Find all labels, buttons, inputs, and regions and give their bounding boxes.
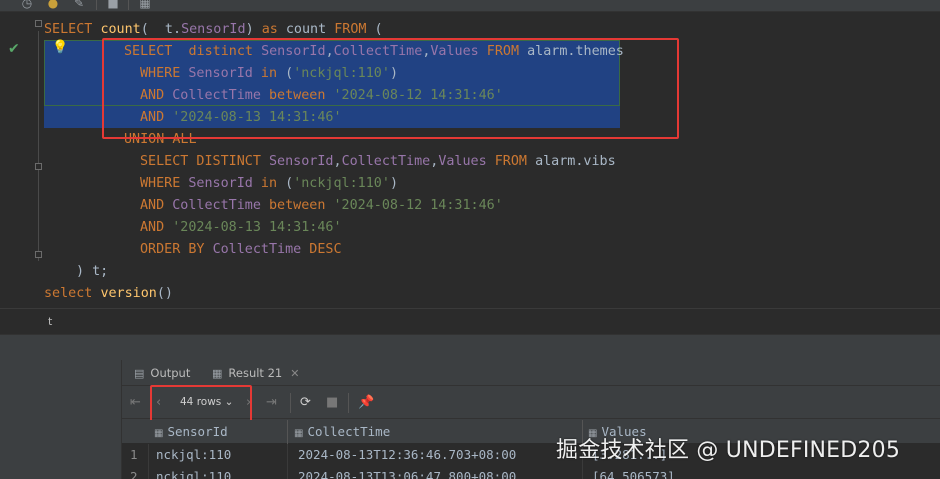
tab-output-label: Output (150, 366, 191, 380)
code-token: alarm.vibs (535, 154, 616, 169)
code-token: FROM (486, 154, 536, 169)
tab-result-21[interactable]: ▦ Result 21 ✕ (212, 366, 299, 380)
fold-marker[interactable] (35, 163, 42, 170)
code-token: SensorId (181, 22, 246, 37)
code-token: AND (140, 198, 173, 213)
code-token: ( (366, 22, 383, 37)
highlight-box-row-count (150, 385, 252, 423)
last-page-icon[interactable]: ⇥ (266, 395, 277, 410)
execution-success-check-icon: ✔ (8, 41, 20, 57)
highlight-box-subquery (102, 38, 679, 139)
column-header-collecttime[interactable]: ▦ CollectTime (294, 424, 390, 439)
table-row[interactable]: 2 nckjql:110 2024-08-13T13:06:47.800+08:… (122, 466, 940, 479)
code-token: SensorId (188, 176, 253, 191)
editor-toolbar: ◷ ● ✎ ■ ▦ (0, 0, 940, 12)
first-page-icon[interactable]: ⇤ (130, 395, 141, 410)
tab-result-label: Result 21 (228, 366, 283, 380)
refresh-icon[interactable]: ⟳ (300, 395, 311, 410)
results-side-panel (0, 360, 122, 479)
toolbar-separator (128, 0, 129, 10)
table-icon[interactable]: ▦ (138, 0, 152, 10)
code-token: as (261, 22, 278, 37)
code-token: Values (438, 154, 487, 169)
context-label: t (48, 315, 53, 328)
tab-output[interactable]: ▤ Output (134, 366, 190, 380)
column-icon: ▦ (154, 428, 164, 439)
cell-sensorid[interactable]: nckjql:110 (156, 466, 231, 479)
code-token: 'nckjql:110' (293, 176, 390, 191)
panel-divider (0, 334, 940, 360)
code-token: ( (285, 176, 294, 191)
code-line[interactable]: WHERE SensorId in ('nckjql:110') (140, 173, 398, 195)
code-token: select (44, 286, 101, 301)
cell-collecttime[interactable]: 2024-08-13T13:06:47.800+08:00 (298, 466, 516, 479)
code-token: version (100, 286, 157, 301)
code-token: ) (245, 22, 262, 37)
code-token: () (156, 286, 173, 301)
code-token: CollectTime (341, 154, 431, 169)
cell-collecttime[interactable]: 2024-08-13T12:36:46.703+08:00 (298, 444, 516, 466)
code-token: SELECT DISTINCT (140, 154, 269, 169)
stop-icon[interactable]: ■ (106, 0, 120, 10)
column-divider[interactable] (287, 420, 288, 444)
wrench-icon[interactable]: ✎ (72, 0, 86, 10)
column-icon: ▦ (294, 428, 304, 439)
code-token: '2024-08-13 14:31:46' (172, 220, 342, 235)
cell-values[interactable]: [64.506573] (592, 466, 675, 479)
code-line[interactable]: AND CollectTime between '2024-08-12 14:3… (140, 195, 503, 217)
context-strip: t (0, 308, 940, 334)
code-token: CollectTime (212, 242, 302, 257)
code-token: CollectTime (172, 198, 261, 213)
code-token: '2024-08-12 14:31:46' (333, 198, 503, 213)
code-token: ORDER BY (140, 242, 213, 257)
code-token: , (333, 154, 342, 169)
fold-marker[interactable] (35, 251, 42, 258)
code-token: FROM (334, 22, 367, 37)
editor-gutter: ✔ (0, 13, 44, 308)
code-token: WHERE (140, 176, 189, 191)
code-token: AND (140, 220, 173, 235)
row-number: 1 (130, 447, 138, 462)
code-token: ) (389, 176, 398, 191)
code-token: between (260, 198, 334, 213)
column-label: SensorId (167, 424, 228, 439)
results-tabs: ▤ Output ▦ Result 21 ✕ (122, 360, 940, 386)
fold-guide (38, 31, 39, 261)
code-token: SELECT (44, 22, 101, 37)
grid-icon: ▦ (212, 367, 223, 380)
code-line[interactable]: select version() (44, 283, 173, 305)
column-header-sensorid[interactable]: ▦ SensorId (154, 424, 228, 439)
stop-icon[interactable]: ■ (326, 395, 338, 410)
transaction-icon[interactable]: ● (46, 0, 60, 10)
cell-sensorid[interactable]: nckjql:110 (156, 444, 231, 466)
watermark: 掘金技术社区 @ UNDEFINED205 (556, 438, 901, 463)
output-icon: ▤ (134, 367, 145, 380)
close-icon[interactable]: ✕ (290, 367, 299, 380)
code-token: SensorId (269, 154, 334, 169)
code-line[interactable]: AND '2024-08-13 14:31:46' (140, 217, 342, 239)
intention-bulb-icon[interactable]: 💡 (52, 40, 68, 55)
code-token: in (252, 176, 286, 191)
toolbar-separator (96, 0, 97, 10)
code-token: DESC (301, 242, 342, 257)
code-line[interactable]: ORDER BY CollectTime DESC (140, 239, 342, 261)
results-toolbar: ⇤ ‹ 44 rows ⌄ › ⇥ ⟳ ■ 📌 (122, 385, 940, 423)
row-number: 2 (130, 469, 138, 479)
code-line[interactable]: SELECT DISTINCT SensorId,CollectTime,Val… (140, 151, 616, 173)
toolbar-separator (348, 393, 349, 413)
column-label: CollectTime (307, 424, 391, 439)
toolbar-separator (290, 393, 291, 413)
code-token: count (277, 22, 335, 37)
code-token: ( t. (140, 22, 182, 37)
code-line[interactable]: ) t; (76, 261, 108, 283)
pin-icon[interactable]: 📌 (358, 395, 374, 410)
fold-marker[interactable] (35, 20, 42, 27)
history-icon[interactable]: ◷ (20, 0, 34, 10)
code-token: ) t; (76, 264, 109, 279)
code-token: count (100, 22, 141, 37)
sql-editor[interactable]: ✔ 💡 SELECT count( t.SensorId) as count F… (0, 13, 940, 308)
